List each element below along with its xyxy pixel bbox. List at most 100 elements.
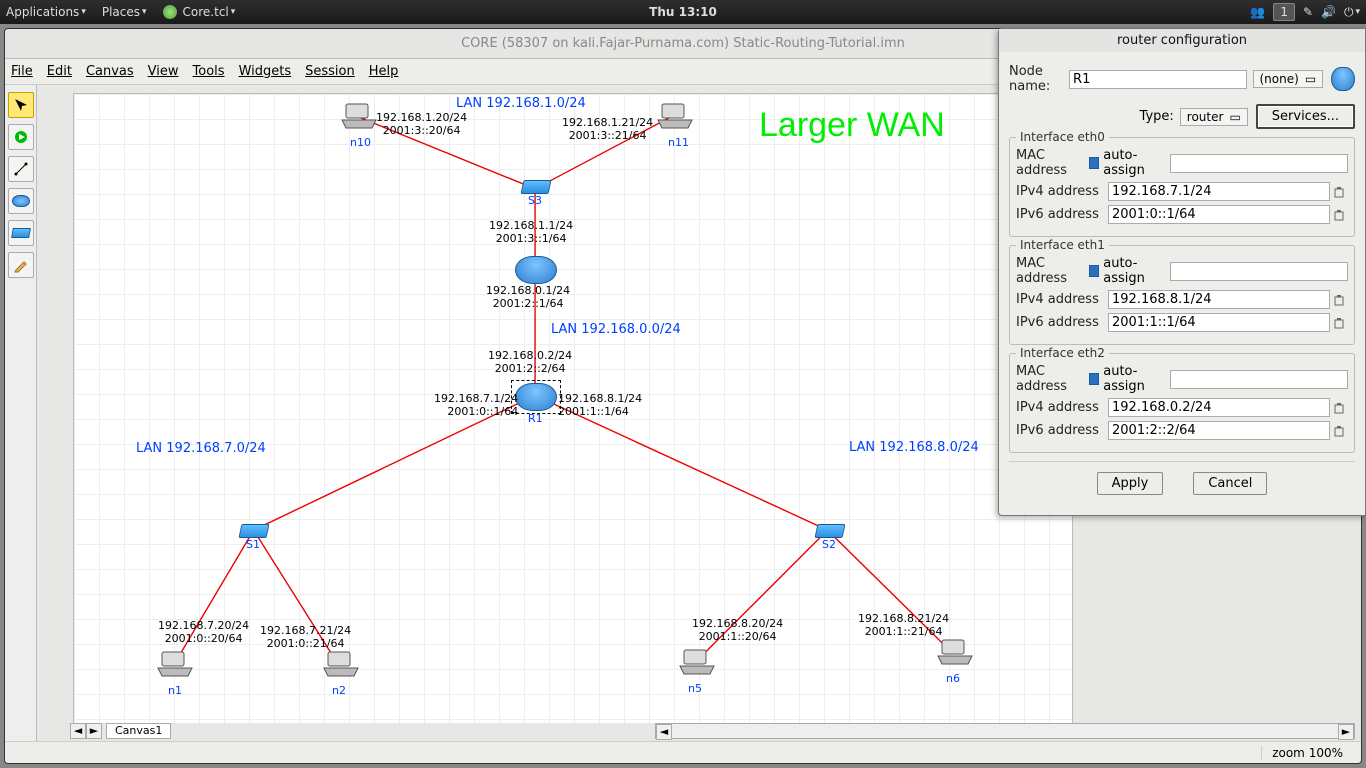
eth0-ipv4-delete[interactable] [1330, 183, 1348, 201]
volume-icon[interactable]: 🔊 [1321, 5, 1336, 19]
eth1-mac-input[interactable] [1170, 262, 1348, 281]
annotation-tool[interactable] [8, 252, 34, 278]
app-menu[interactable]: Core.tcl▾ [163, 5, 236, 19]
eth0-ipv4-label: IPv4 address [1016, 184, 1108, 199]
r1-up-ip: 192.168.0.2/242001:2::2/64 [488, 349, 572, 375]
eth0-ipv6-delete[interactable] [1330, 206, 1348, 224]
menu-file[interactable]: File [11, 64, 33, 79]
lan8-label: LAN 192.168.8.0/24 [849, 440, 979, 455]
dialog-title: router configuration [999, 29, 1365, 52]
node-s3[interactable] [521, 180, 552, 194]
n11-name: n11 [668, 136, 689, 149]
eth2-mac-label: MAC address [1016, 364, 1089, 394]
eth2-mac-input[interactable] [1170, 370, 1348, 389]
r1-right-ip: 192.168.8.1/242001:1::1/64 [558, 392, 642, 418]
type-label: Type: [1140, 109, 1174, 124]
select-tool[interactable] [8, 92, 34, 118]
eth1-legend: Interface eth1 [1016, 238, 1109, 252]
n1-name: n1 [168, 684, 182, 697]
lan7-label: LAN 192.168.7.0/24 [136, 441, 266, 456]
iface-eth2: Interface eth2 MAC addressauto-assign IP… [1009, 353, 1355, 453]
status-bar: zoom 100% [5, 741, 1361, 763]
menu-edit[interactable]: Edit [47, 64, 72, 79]
s1-name: S1 [246, 538, 260, 551]
power-icon[interactable]: ⏻ [1344, 5, 1354, 20]
node-s1[interactable] [239, 524, 270, 538]
nodename-input[interactable] [1069, 70, 1247, 89]
n2-name: n2 [332, 684, 346, 697]
n10-name: n10 [350, 136, 371, 149]
iface-eth0: Interface eth0 MAC addressauto-assign IP… [1009, 137, 1355, 237]
n6-ip: 192.168.8.21/242001:1::21/64 [858, 612, 949, 638]
hub-tool[interactable] [8, 220, 34, 246]
eth2-autoassign: auto-assign [1103, 364, 1163, 394]
image-combo[interactable]: (none)▭ [1253, 70, 1324, 88]
menu-canvas[interactable]: Canvas [86, 64, 134, 79]
eth0-autoassign: auto-assign [1103, 148, 1163, 178]
applications-menu[interactable]: Applications▾ [6, 5, 86, 19]
cancel-button[interactable]: Cancel [1193, 472, 1267, 495]
tab-right-arrow[interactable]: ► [86, 723, 102, 739]
places-menu[interactable]: Places▾ [102, 5, 147, 19]
node-n5[interactable] [678, 648, 716, 678]
eth2-ipv4-delete[interactable] [1330, 399, 1348, 417]
canvas[interactable]: Larger WAN LAN 192.168.1.0/24 LAN 192.16… [73, 93, 1073, 741]
system-menu[interactable]: ▾ [1355, 7, 1360, 17]
menu-session[interactable]: Session [305, 64, 355, 79]
node-n1[interactable] [156, 650, 194, 680]
eth1-autoassign: auto-assign [1103, 256, 1163, 286]
node-n6[interactable] [936, 638, 974, 668]
big-text: Larger WAN [759, 106, 945, 145]
tab-left-arrow[interactable]: ◄ [70, 723, 86, 739]
run-tool[interactable] [8, 124, 34, 150]
tcl-icon [163, 5, 177, 19]
eth0-legend: Interface eth0 [1016, 130, 1109, 144]
s3-name: S3 [528, 194, 542, 207]
apply-button[interactable]: Apply [1097, 472, 1164, 495]
node-n11[interactable] [656, 102, 694, 132]
router-icon[interactable] [1331, 67, 1355, 91]
eth1-mac-auto-check[interactable] [1089, 265, 1099, 277]
n5-ip: 192.168.8.20/242001:1::20/64 [692, 617, 783, 643]
menu-tools[interactable]: Tools [193, 64, 225, 79]
brush-icon[interactable]: ✎ [1303, 5, 1313, 19]
node-r1[interactable] [515, 383, 557, 411]
menu-widgets[interactable]: Widgets [239, 64, 292, 79]
eth0-mac-label: MAC address [1016, 148, 1089, 178]
eth2-mac-auto-check[interactable] [1089, 373, 1099, 385]
eth2-ipv4-input[interactable] [1108, 398, 1330, 417]
h-scrollbar[interactable]: ◄► [655, 723, 1355, 739]
eth1-ipv6-delete[interactable] [1330, 314, 1348, 332]
n5-name: n5 [688, 682, 702, 695]
eth1-ipv6-input[interactable] [1108, 313, 1330, 332]
node-s2[interactable] [815, 524, 846, 538]
users-icon[interactable]: 👥 [1250, 5, 1265, 19]
eth2-ipv6-input[interactable] [1108, 421, 1330, 440]
link-tool[interactable] [8, 156, 34, 182]
eth2-ipv6-label: IPv6 address [1016, 423, 1108, 438]
node-n10[interactable] [340, 102, 378, 132]
router-tool[interactable] [8, 188, 34, 214]
node-r2[interactable] [515, 256, 557, 284]
eth0-ipv4-input[interactable] [1108, 182, 1330, 201]
menu-view[interactable]: View [148, 64, 179, 79]
r1-name: R1 [528, 412, 543, 425]
eth1-ipv4-delete[interactable] [1330, 291, 1348, 309]
workspace-indicator[interactable]: 1 [1273, 3, 1295, 21]
eth1-ipv4-input[interactable] [1108, 290, 1330, 309]
type-combo[interactable]: router▭ [1180, 108, 1248, 126]
eth0-mac-auto-check[interactable] [1089, 157, 1099, 169]
eth0-ipv6-label: IPv6 address [1016, 207, 1108, 222]
node-n2[interactable] [322, 650, 360, 680]
eth0-mac-input[interactable] [1170, 154, 1348, 173]
n2-ip: 192.168.7.21/242001:0::21/64 [260, 624, 351, 650]
services-button[interactable]: Services... [1256, 104, 1355, 129]
clock[interactable]: Thu 13:10 [649, 5, 717, 19]
lan0-label: LAN 192.168.0.0/24 [551, 322, 681, 337]
eth2-ipv6-delete[interactable] [1330, 422, 1348, 440]
eth0-ipv6-input[interactable] [1108, 205, 1330, 224]
eth1-ipv4-label: IPv4 address [1016, 292, 1108, 307]
r2-up-ip: 192.168.1.1/242001:3::1/64 [489, 219, 573, 245]
canvas-tab[interactable]: Canvas1 [106, 723, 171, 739]
menu-help[interactable]: Help [369, 64, 399, 79]
